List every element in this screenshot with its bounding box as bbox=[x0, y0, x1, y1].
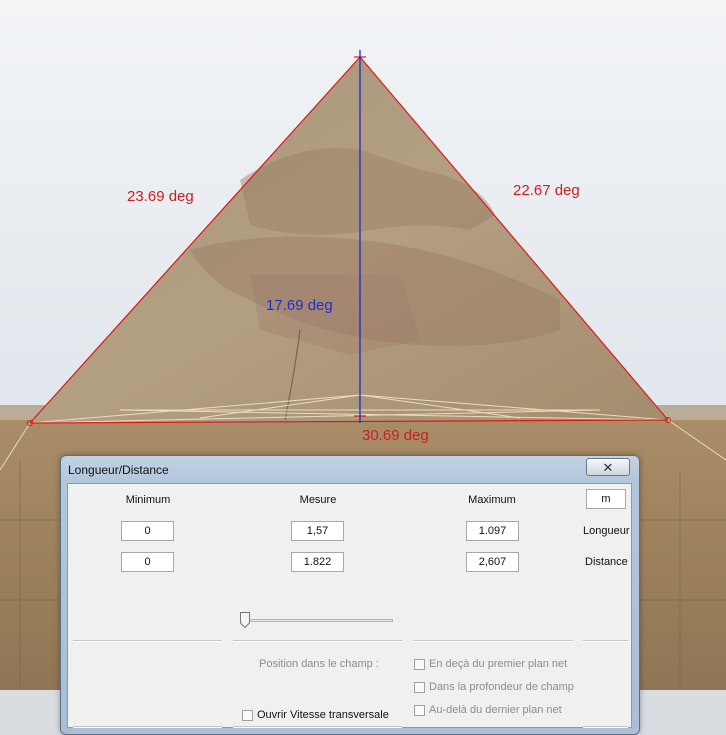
beyond-label: Au-delà du dernier plan net bbox=[429, 704, 562, 716]
base-angle-label: 30.69 deg bbox=[362, 427, 429, 444]
dialog-title: Longueur/Distance bbox=[68, 463, 169, 477]
within-checkbox[interactable] bbox=[414, 682, 425, 693]
open-transversal-label: Ouvrir Vitesse transversale bbox=[257, 709, 389, 721]
distance-minimum-field[interactable]: 0 bbox=[121, 552, 174, 572]
right-angle-label: 22.67 deg bbox=[513, 182, 580, 199]
maximum-header: Maximum bbox=[468, 494, 516, 506]
longueur-label: Longueur bbox=[583, 525, 630, 537]
before-label: En deçà du premier plan net bbox=[429, 658, 568, 670]
slider-thumb[interactable] bbox=[240, 612, 250, 628]
separator bbox=[413, 640, 573, 642]
separator bbox=[73, 640, 222, 642]
separator bbox=[233, 640, 402, 642]
vertical-angle-label: 17.69 deg bbox=[266, 297, 333, 314]
unit-field[interactable]: m bbox=[586, 489, 626, 509]
separator bbox=[583, 726, 628, 728]
within-label: Dans la profondeur de champ bbox=[429, 681, 574, 693]
beyond-checkbox[interactable] bbox=[414, 705, 425, 716]
position-label: Position dans le champ : bbox=[259, 658, 379, 670]
close-button[interactable]: ✕ bbox=[586, 458, 630, 476]
separator bbox=[233, 726, 402, 728]
longueur-distance-dialog: Longueur/Distance ✕ Minimum Mesure Maxim… bbox=[60, 455, 640, 735]
distance-maximum-field[interactable]: 2,607 bbox=[466, 552, 519, 572]
longueur-mesure-field[interactable]: 1,57 bbox=[291, 521, 344, 541]
separator bbox=[73, 726, 222, 728]
left-angle-label: 23.69 deg bbox=[127, 188, 194, 205]
dialog-client: Minimum Mesure Maximum m 0 1,57 1.097 Lo… bbox=[67, 483, 632, 728]
distance-mesure-field[interactable]: 1.822 bbox=[291, 552, 344, 572]
close-icon: ✕ bbox=[602, 460, 614, 475]
mesure-header: Mesure bbox=[299, 494, 337, 506]
slider-track[interactable] bbox=[246, 619, 393, 622]
longueur-maximum-field[interactable]: 1.097 bbox=[466, 521, 519, 541]
separator bbox=[583, 640, 628, 642]
open-transversal-checkbox[interactable] bbox=[242, 710, 253, 721]
before-checkbox[interactable] bbox=[414, 659, 425, 670]
longueur-minimum-field[interactable]: 0 bbox=[121, 521, 174, 541]
minimum-header: Minimum bbox=[125, 494, 171, 506]
distance-label: Distance bbox=[585, 556, 628, 568]
